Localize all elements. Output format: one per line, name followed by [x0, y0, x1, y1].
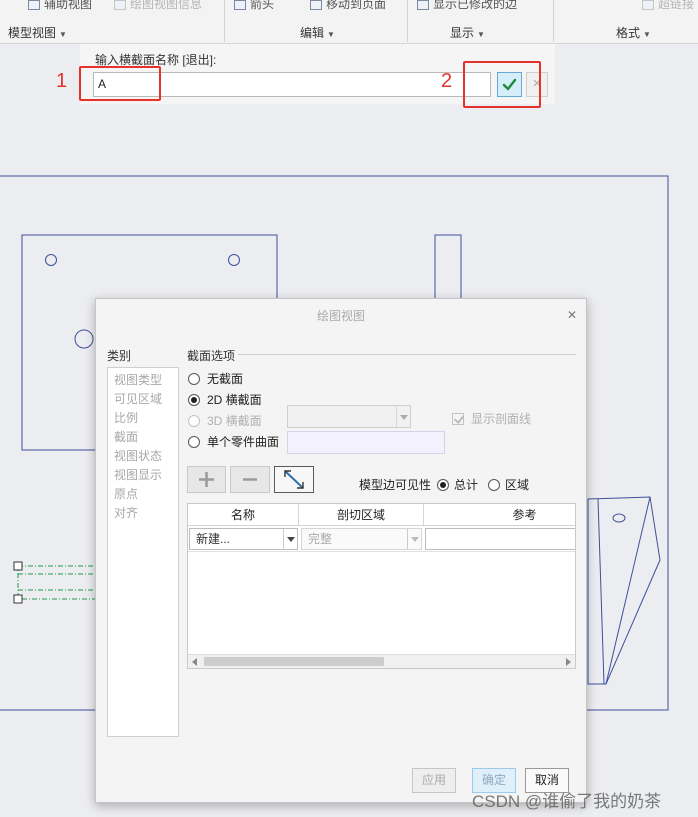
- apply-button[interactable]: 应用: [412, 768, 456, 793]
- close-icon: ✕: [566, 308, 577, 322]
- scrollbar-thumb[interactable]: [204, 657, 384, 666]
- radio-area[interactable]: [488, 478, 501, 491]
- group-display[interactable]: 显示 ▼: [450, 24, 485, 41]
- category-item-view-display[interactable]: 视图显示: [108, 466, 178, 485]
- annotation-number-2: 2: [441, 70, 453, 92]
- group-divider: [553, 0, 554, 42]
- flip-section-button[interactable]: [274, 466, 314, 493]
- dropdown-arrow-icon: ▼: [643, 30, 651, 39]
- auxiliary-view-icon: [28, 0, 40, 10]
- column-header-cut-area: 剖切区域: [299, 504, 424, 526]
- radio-button-selected[interactable]: [188, 393, 200, 406]
- column-header-name: 名称: [188, 504, 299, 526]
- section-table: 名称 剖切区域 参考 新建... 完整: [187, 503, 576, 669]
- dropdown-arrow-icon: ▼: [477, 30, 485, 39]
- table-row: 新建... 完整: [188, 526, 575, 552]
- move-to-page-button[interactable]: 移动到页面: [310, 0, 386, 12]
- add-section-button[interactable]: [187, 466, 226, 493]
- annotation-box-2: [463, 61, 541, 108]
- column-header-reference: 参考: [512, 508, 537, 522]
- chevron-down-icon: [283, 529, 297, 549]
- annotation-number-1: 1: [56, 70, 68, 92]
- radio-button[interactable]: [188, 435, 200, 448]
- watermark: CSDN @谁偷了我的奶茶: [472, 792, 662, 811]
- category-item-origin[interactable]: 原点: [108, 485, 178, 504]
- hyperlink-button[interactable]: 超链接: [642, 0, 694, 12]
- chevron-down-icon: [396, 406, 410, 427]
- category-label: 类别: [107, 349, 132, 363]
- view-info-icon: [114, 0, 126, 10]
- drawing-view-dialog: 绘图视图 ✕ 类别 视图类型 可见区域 比例 截面 视图状态 视图显示 原点 对…: [95, 298, 587, 803]
- part-surface-selector[interactable]: [287, 431, 445, 454]
- table-header: 名称 剖切区域 参考: [188, 504, 575, 526]
- annotation-box-1: [79, 66, 161, 101]
- remove-section-button[interactable]: [230, 466, 270, 493]
- dropdown-arrow-icon: ▼: [327, 30, 335, 39]
- ribbon-toolbar: 辅助视图 绘图视图信息 箭头 移动到页面 显示已修改的边 超链接 模型视图 ▼ 编…: [0, 0, 698, 44]
- 3d-section-dropdown: [287, 405, 411, 428]
- section-name-dropdown[interactable]: 新建...: [189, 528, 298, 550]
- table-horizontal-scrollbar[interactable]: [188, 654, 575, 668]
- section-options-divider: [238, 354, 576, 355]
- move-to-page-icon: [310, 0, 322, 10]
- show-modified-edges-button[interactable]: 显示已修改的边: [417, 0, 517, 12]
- dialog-title: 绘图视图: [316, 309, 365, 323]
- view-info-button[interactable]: 绘图视图信息: [114, 0, 202, 12]
- show-hatch-checkbox: 显示剖面线: [452, 410, 531, 427]
- checkbox-checked-disabled: [452, 412, 464, 425]
- category-item-sections[interactable]: 截面: [108, 428, 178, 447]
- category-item-scale[interactable]: 比例: [108, 409, 178, 428]
- scroll-left-icon[interactable]: [192, 658, 197, 666]
- category-item-alignment[interactable]: 对齐: [108, 504, 178, 523]
- category-item-view-states[interactable]: 视图状态: [108, 447, 178, 466]
- radio-no-section[interactable]: 无截面: [188, 370, 243, 387]
- radio-total[interactable]: [437, 478, 450, 491]
- radio-3d-section: 3D 横截面: [188, 412, 262, 429]
- edge-visibility-row: 模型边可见性 总计 区域: [359, 478, 530, 492]
- group-model-views[interactable]: 模型视图 ▼: [8, 24, 67, 41]
- group-divider: [407, 0, 408, 42]
- plus-icon: [199, 472, 214, 487]
- group-edit[interactable]: 编辑 ▼: [300, 24, 335, 41]
- modified-edges-icon: [417, 0, 429, 10]
- cut-area-dropdown: 完整: [301, 528, 422, 550]
- group-divider: [224, 0, 225, 42]
- minus-icon: [243, 478, 257, 481]
- reference-field[interactable]: [425, 528, 575, 550]
- radio-2d-section[interactable]: 2D 横截面: [188, 391, 262, 408]
- category-list: 视图类型 可见区域 比例 截面 视图状态 视图显示 原点 对齐: [107, 367, 179, 737]
- group-format[interactable]: 格式 ▼: [616, 24, 651, 41]
- radio-button[interactable]: [188, 372, 200, 385]
- edge-visibility-label: 模型边可见性: [359, 478, 432, 492]
- chevron-down-icon: [407, 529, 421, 549]
- auxiliary-view-button[interactable]: 辅助视图: [28, 0, 92, 12]
- flip-arrow-icon: [284, 470, 304, 489]
- dialog-close-button[interactable]: ✕: [567, 308, 577, 322]
- arrow-button[interactable]: 箭头: [234, 0, 274, 12]
- category-item-visible-area[interactable]: 可见区域: [108, 390, 178, 409]
- section-options-heading: 截面选项: [187, 349, 236, 363]
- radio-button-disabled: [188, 414, 200, 427]
- radio-single-part-surface[interactable]: 单个零件曲面: [188, 433, 279, 450]
- arrow-icon: [234, 0, 246, 10]
- hyperlink-icon: [642, 0, 654, 10]
- category-item-view-type[interactable]: 视图类型: [108, 371, 178, 390]
- scroll-right-icon[interactable]: [566, 658, 571, 666]
- dropdown-arrow-icon: ▼: [59, 30, 67, 39]
